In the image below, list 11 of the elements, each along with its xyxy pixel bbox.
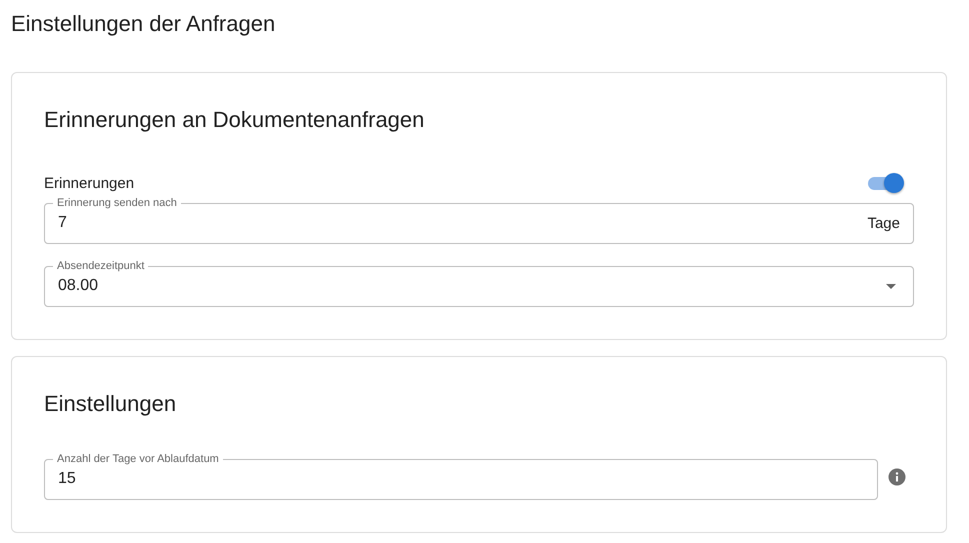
- toggle-switch[interactable]: [866, 172, 906, 194]
- unit-suffix: Tage: [867, 214, 900, 232]
- input-field[interactable]: Anzahl der Tage vor Ablaufdatum 15: [44, 453, 878, 500]
- section-heading: Einstellungen: [44, 391, 178, 417]
- section-heading: Erinnerungen an Dokumentenanfragen: [44, 107, 426, 133]
- select-field[interactable]: Absendezeitpunkt 08.00: [44, 260, 914, 307]
- input-field[interactable]: Erinnerung senden nach 7 Tage: [44, 197, 914, 244]
- caret-icon: [886, 284, 896, 288]
- toggle-label: Erinnerungen: [44, 174, 134, 192]
- page-title: Einstellungen der Anfragen: [11, 10, 276, 38]
- info-icon[interactable]: [888, 468, 906, 486]
